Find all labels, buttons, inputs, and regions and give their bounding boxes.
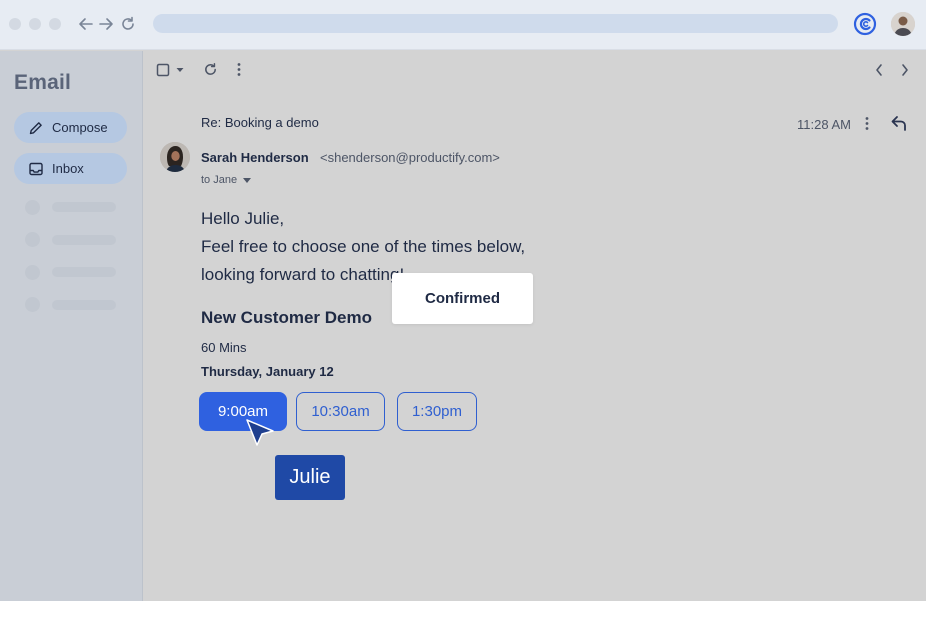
- arrow-right-icon[interactable]: [97, 15, 115, 33]
- brand-logo-icon: [853, 12, 877, 36]
- time-slot-button[interactable]: 10:30am: [296, 392, 385, 431]
- arrow-left-icon[interactable]: [77, 15, 95, 33]
- pencil-icon: [29, 121, 42, 134]
- placeholder-folder-icon: [25, 297, 40, 312]
- browser-window: Email Compose Inbox Re: Booking a demo 1…: [0, 0, 926, 601]
- placeholder-folder-label: [52, 235, 116, 245]
- chevron-right-icon[interactable]: [900, 63, 910, 77]
- cursor-pointer-icon: [246, 419, 274, 446]
- app-title: Email: [14, 71, 72, 94]
- inbox-button[interactable]: Inbox: [14, 153, 127, 184]
- sender-photo-icon: [160, 142, 190, 172]
- compose-label: Compose: [52, 120, 108, 135]
- message-view: Re: Booking a demo 11:28 AM Sarah Hender…: [144, 51, 926, 601]
- inbox-icon: [29, 162, 43, 175]
- reply-icon[interactable]: [890, 114, 908, 132]
- placeholder-folder-icon: [25, 265, 40, 280]
- message-time: 11:28 AM: [797, 117, 851, 132]
- body-line: looking forward to chatting!: [201, 265, 405, 284]
- body-line: Hello Julie,: [201, 209, 285, 228]
- message-subject: Re: Booking a demo: [201, 115, 319, 130]
- placeholder-folder-icon: [25, 200, 40, 215]
- event-title: New Customer Demo: [201, 308, 372, 327]
- address-bar[interactable]: [153, 14, 838, 33]
- sender-name: Sarah Henderson: [201, 150, 309, 165]
- browser-top-bar: [0, 0, 926, 50]
- placeholder-folder-label: [52, 267, 116, 277]
- recipient-caret-icon: [243, 177, 252, 183]
- placeholder-folder-label: [52, 202, 116, 212]
- sidebar: Email Compose Inbox: [0, 51, 143, 601]
- event-date: Thursday, January 12: [201, 364, 334, 379]
- checkbox-icon[interactable]: [156, 63, 170, 77]
- confirmed-toast: Confirmed: [392, 273, 533, 324]
- placeholder-folder-icon: [25, 232, 40, 247]
- user-avatar[interactable]: [891, 12, 915, 36]
- dropdown-caret-icon[interactable]: [176, 66, 184, 74]
- refresh-icon[interactable]: [203, 62, 218, 77]
- window-dot: [9, 18, 21, 30]
- reload-icon[interactable]: [119, 15, 137, 33]
- sender-avatar: [160, 142, 190, 172]
- message-more-icon[interactable]: [864, 116, 870, 131]
- sender-email: <shenderson@productify.com>: [320, 150, 500, 165]
- body-line: Feel free to choose one of the times bel…: [201, 237, 526, 256]
- more-vertical-icon[interactable]: [236, 62, 242, 77]
- recipient-label: to Jane: [201, 174, 238, 186]
- cursor-name-tag: Julie: [275, 455, 345, 500]
- window-dot: [49, 18, 61, 30]
- event-duration: 60 Mins: [201, 340, 247, 355]
- user-avatar-icon: [891, 12, 915, 36]
- time-slot-button[interactable]: 1:30pm: [397, 392, 477, 431]
- inbox-label: Inbox: [52, 161, 84, 176]
- compose-button[interactable]: Compose: [14, 112, 127, 143]
- window-dot: [29, 18, 41, 30]
- placeholder-folder-label: [52, 300, 116, 310]
- chevron-left-icon[interactable]: [874, 63, 884, 77]
- recipient-dropdown[interactable]: to Jane: [201, 174, 252, 186]
